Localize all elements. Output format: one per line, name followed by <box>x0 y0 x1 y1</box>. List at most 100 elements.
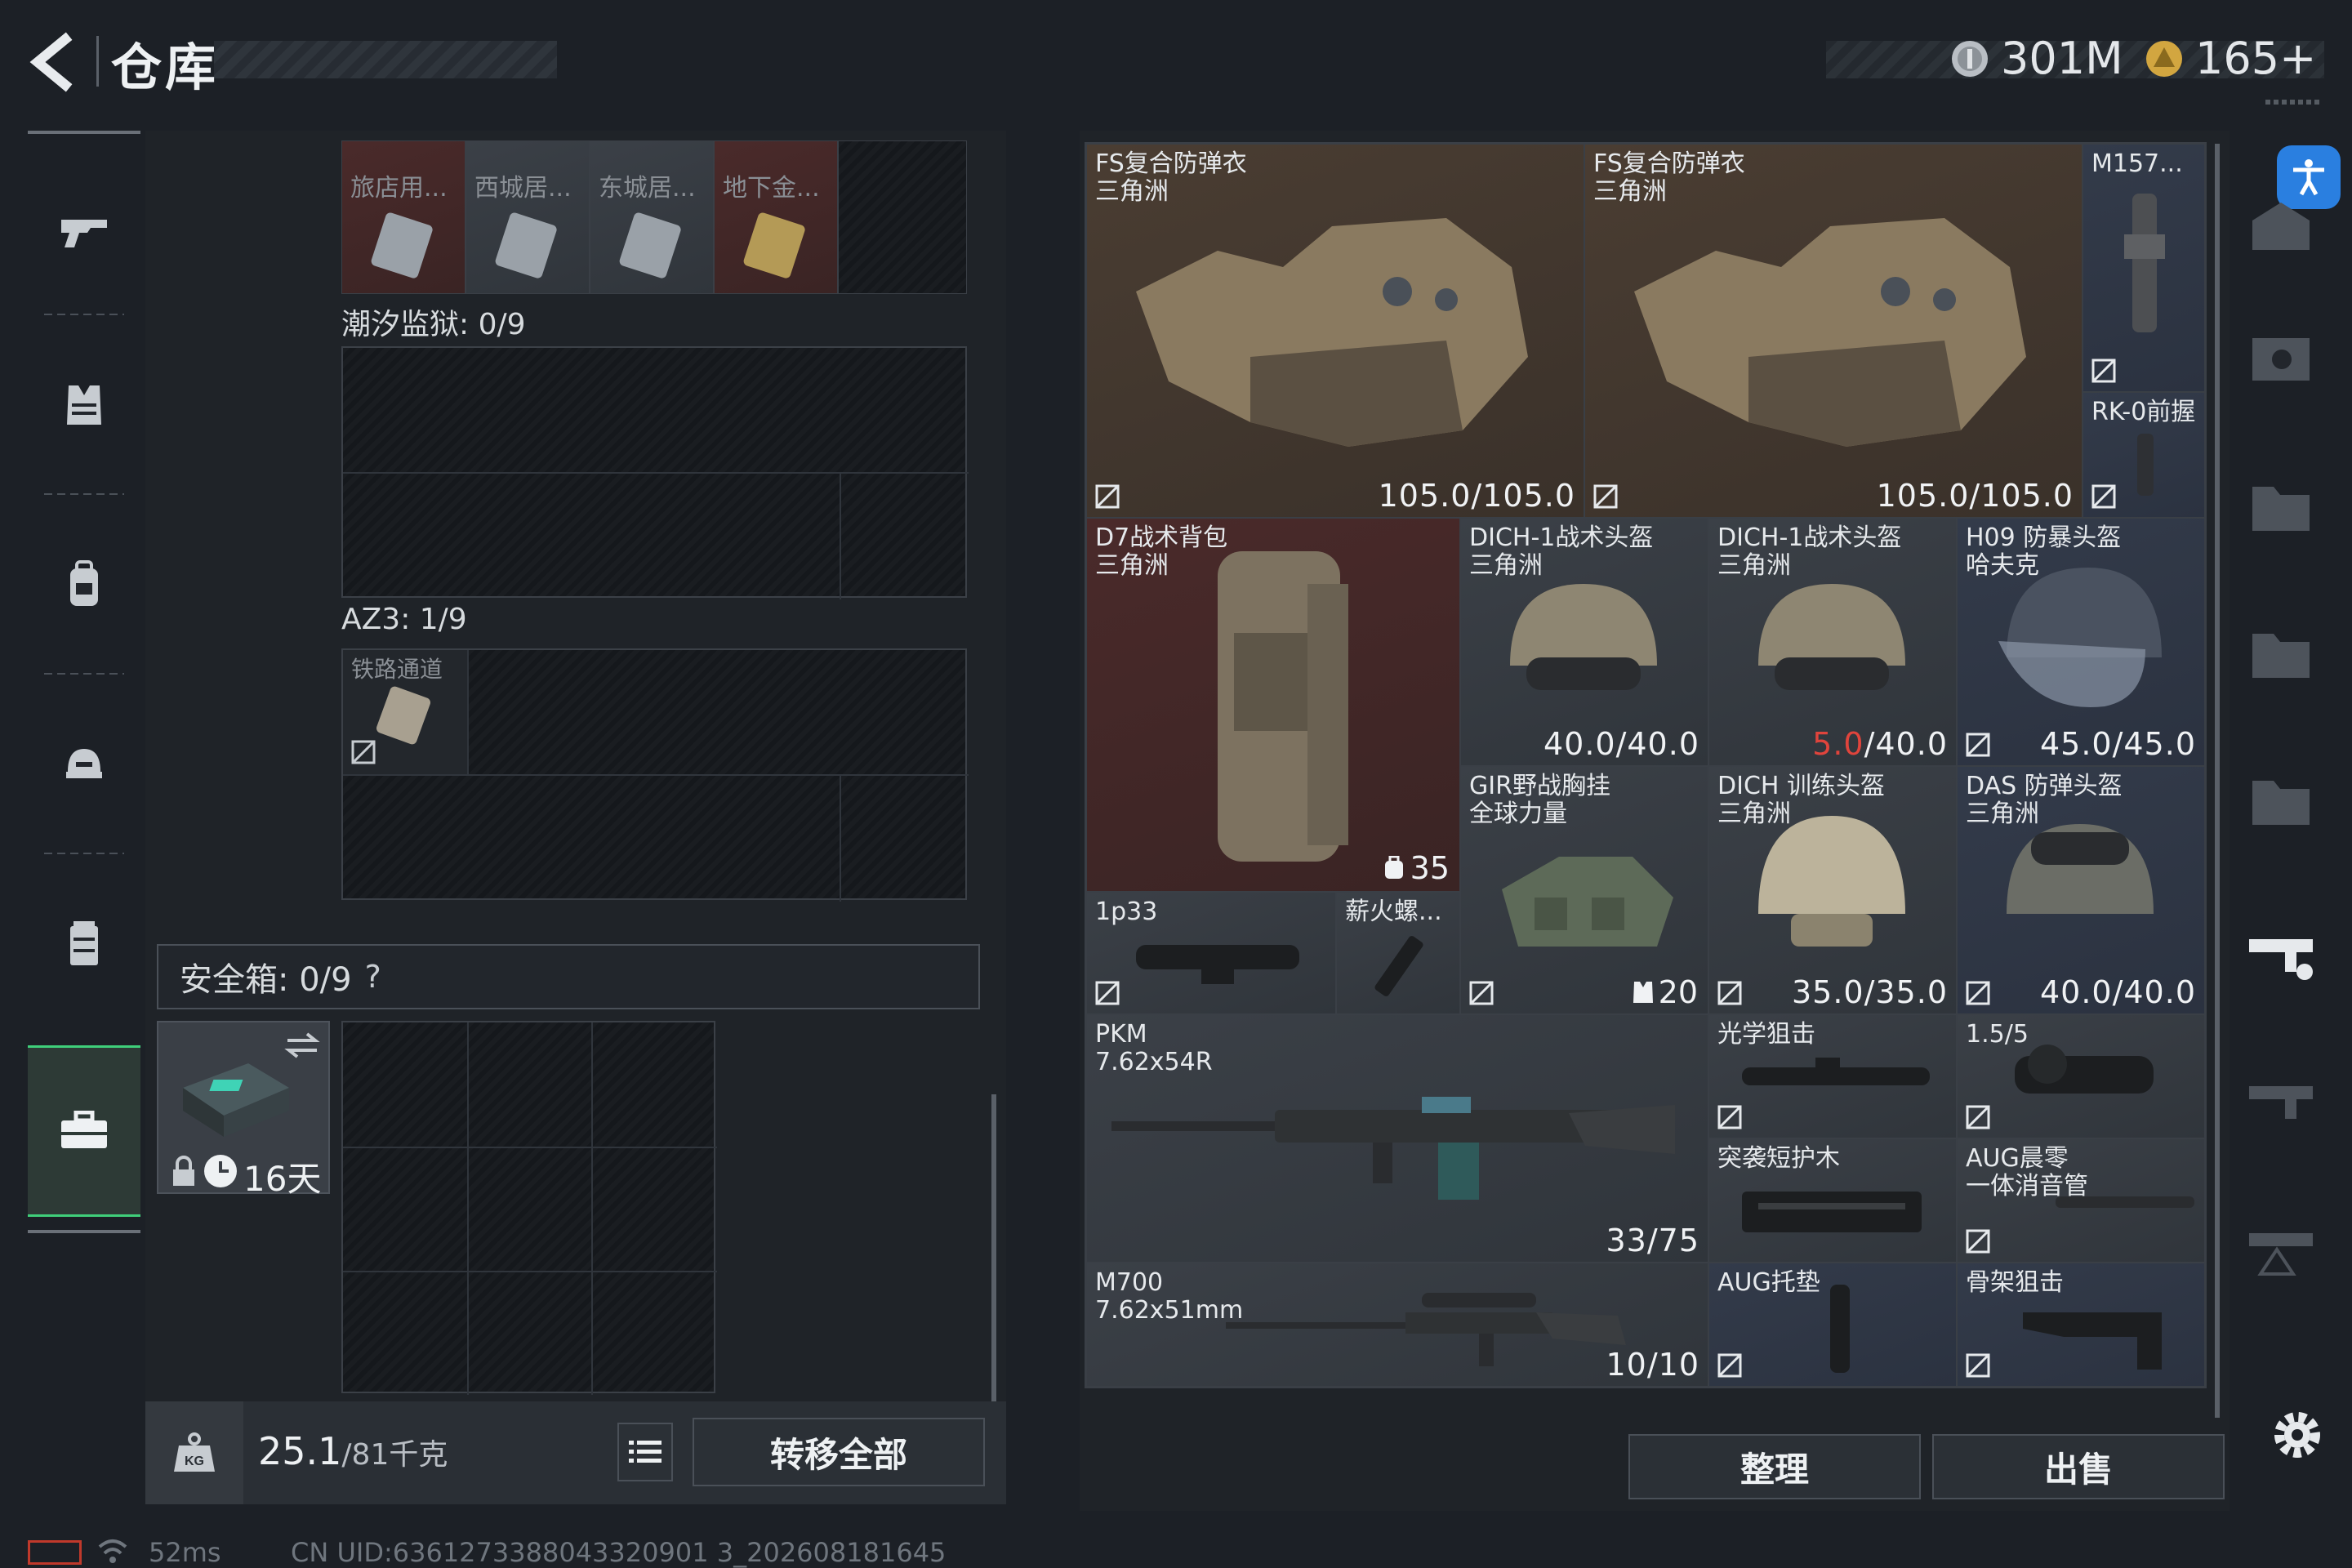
weight-icon: KG <box>174 1432 215 1472</box>
no-sell-icon <box>1095 981 1120 1005</box>
stash-item-grip[interactable]: RK-0前握 <box>2082 392 2205 518</box>
stash-tab-7[interactable] <box>2244 1062 2326 1143</box>
back-button[interactable] <box>24 29 82 95</box>
accessibility-icon <box>2293 159 2324 196</box>
sidebar-top-line <box>28 131 140 134</box>
gun-tab-icon <box>2249 1086 2313 1119</box>
safe-box-days: 16天 <box>243 1159 322 1199</box>
stash-item-backpack[interactable]: D7战术背包 三角洲 35 <box>1086 518 1460 892</box>
safe-box-label: 安全箱: 0/9 <box>180 961 352 999</box>
stash-item-buttpad[interactable]: AUG托垫 <box>1708 1263 1957 1387</box>
stash-tab-3[interactable] <box>2244 474 2326 547</box>
no-sell-icon <box>1966 1353 1990 1378</box>
stash-tab-6-active[interactable] <box>2244 915 2326 996</box>
stash-tab-2[interactable] <box>2244 327 2326 400</box>
key-slot[interactable]: 东城居... <box>590 140 714 294</box>
safe-box-case-icon <box>183 1063 289 1137</box>
stash-tab-5[interactable] <box>2244 768 2326 841</box>
left-footer: KG 25.1/81千克 转移全部 <box>145 1401 1006 1504</box>
safe-box-item[interactable]: 16天 <box>157 1021 330 1199</box>
stash-item-scope[interactable]: 光学狙击 <box>1708 1014 1957 1138</box>
no-sell-icon <box>1469 981 1494 1005</box>
item-sub: 7.62x51mm <box>1095 1296 1244 1325</box>
stash-tab-4[interactable] <box>2244 621 2326 694</box>
durability-max: /40.0 <box>1864 726 1948 762</box>
grid-line <box>840 472 841 599</box>
tide-prison-grid[interactable] <box>341 346 969 599</box>
list-view-button[interactable] <box>617 1423 673 1481</box>
no-sell-icon <box>1717 1105 1742 1129</box>
skeleton-stock-icon <box>2023 1312 2162 1370</box>
transfer-all-button[interactable]: 转移全部 <box>693 1418 985 1486</box>
key-slot[interactable]: 地下金... <box>714 140 838 294</box>
stash-item-light[interactable]: M157... <box>2082 144 2205 392</box>
stash-item-scope[interactable]: 1.5/5 <box>1957 1014 2205 1138</box>
stash-tab-home[interactable] <box>2244 196 2326 261</box>
swap-icon[interactable] <box>283 1029 322 1062</box>
key-slot[interactable]: 西城居... <box>466 140 590 294</box>
stash-tab-8[interactable] <box>2244 1209 2326 1290</box>
no-sell-icon <box>1095 484 1120 509</box>
helmet-item-icon <box>1758 816 1905 947</box>
stash-scrollbar[interactable] <box>2215 144 2220 1418</box>
key-slot-row: 旅店用... 西城居... 东城居... 地下金... <box>341 140 967 294</box>
item-name: 光学狙击 <box>1717 1020 1815 1049</box>
currency-gold[interactable]: 165+ <box>2145 33 2316 84</box>
sidebar-item-chest-rig[interactable] <box>28 862 140 1026</box>
page-title: 仓库 <box>111 38 220 97</box>
stash-item-armor[interactable]: FS复合防弹衣 三角洲 105.0/105.0 <box>1584 144 2082 518</box>
stash-item-armor[interactable]: FS复合防弹衣 三角洲 105.0/105.0 <box>1086 144 1584 518</box>
sell-button[interactable]: 出售 <box>1932 1434 2225 1499</box>
no-sell-icon <box>1717 981 1742 1005</box>
backpack-icon <box>70 560 98 606</box>
keycard-icon <box>619 212 681 278</box>
sort-button[interactable]: 整理 <box>1628 1434 1921 1499</box>
stash-item-chest-rig[interactable]: GIR野战胸挂 全球力量 20 <box>1460 766 1708 1014</box>
folder-tab-icon <box>2252 634 2310 678</box>
item-sub: 7.62x54R <box>1095 1048 1213 1076</box>
grid-line <box>467 1022 469 1395</box>
az3-grid[interactable]: 铁路通道 <box>341 648 969 902</box>
helmet-item-icon <box>1758 584 1905 690</box>
capacity-value: 35 <box>1410 850 1450 886</box>
left-scrollbar[interactable] <box>991 1094 996 1405</box>
title-divider <box>96 36 99 87</box>
stash-item-suppressor[interactable]: AUG晨零 一体消音管 <box>1957 1138 2205 1263</box>
sidebar-item-safe-box[interactable] <box>28 1045 140 1217</box>
key-slot[interactable]: 旅店用... <box>341 140 466 294</box>
sidebar-item-weapon[interactable] <box>28 150 140 314</box>
safe-box-grid[interactable] <box>341 1021 717 1395</box>
weight-readout: 25.1/81千克 <box>258 1429 448 1473</box>
weight-value: 25.1 <box>258 1429 342 1473</box>
tide-prison-label: 潮汐监狱: 0/9 <box>341 308 526 341</box>
stash-item-scope[interactable]: 1p33 <box>1086 892 1336 1014</box>
stash-item-stock[interactable]: 骨架狙击 <box>1957 1263 2205 1387</box>
grid-line <box>840 774 841 902</box>
stash-item-rifle[interactable]: M700 7.62x51mm 10/10 <box>1086 1263 1708 1387</box>
sidebar-item-helmet[interactable] <box>28 683 140 846</box>
stash-item-weapon[interactable]: PKM 7.62x54R 33/75 <box>1086 1014 1708 1263</box>
suppressor-icon <box>2056 1196 2194 1208</box>
currency-silver[interactable]: 301M <box>1950 33 2123 84</box>
item-capacity: 35 <box>1383 850 1450 886</box>
help-button[interactable]: ? <box>365 959 381 995</box>
empty-slot[interactable] <box>838 140 967 294</box>
scope-icon <box>1136 945 1299 984</box>
stash-item-helmet[interactable]: DICH 训练头盔 三角洲 35.0/35.0 <box>1708 766 1957 1014</box>
stash-item-handguard[interactable]: 突袭短护木 <box>1708 1138 1957 1263</box>
settings-button[interactable] <box>2269 1406 2326 1463</box>
briefcase-icon <box>61 1111 107 1148</box>
uid-readout: CN UID:6361273388043320901 3_20260818164… <box>291 1537 947 1568</box>
grid-line <box>343 1271 717 1272</box>
title-stripe <box>214 41 557 78</box>
stash-item-helmet[interactable]: DAS 防弹头盔 三角洲 40.0/40.0 <box>1957 766 2205 1014</box>
stash-item-part[interactable]: 薪火螺... <box>1336 892 1460 1014</box>
rig-icon <box>70 921 98 965</box>
sidebar-item-armor[interactable] <box>28 323 140 487</box>
stash-item-helmet[interactable]: DICH-1战术头盔 三角洲 40.0/40.0 <box>1460 518 1708 766</box>
stash-item-helmet[interactable]: DICH-1战术头盔 三角洲 5.0/40.0 <box>1708 518 1957 766</box>
sidebar-item-backpack[interactable] <box>28 503 140 666</box>
rail-part-icon <box>1374 936 1423 996</box>
railway-key-item[interactable]: 铁路通道 <box>343 650 467 774</box>
stash-item-helmet[interactable]: H09 防暴头盔 哈夫克 45.0/45.0 <box>1957 518 2205 766</box>
